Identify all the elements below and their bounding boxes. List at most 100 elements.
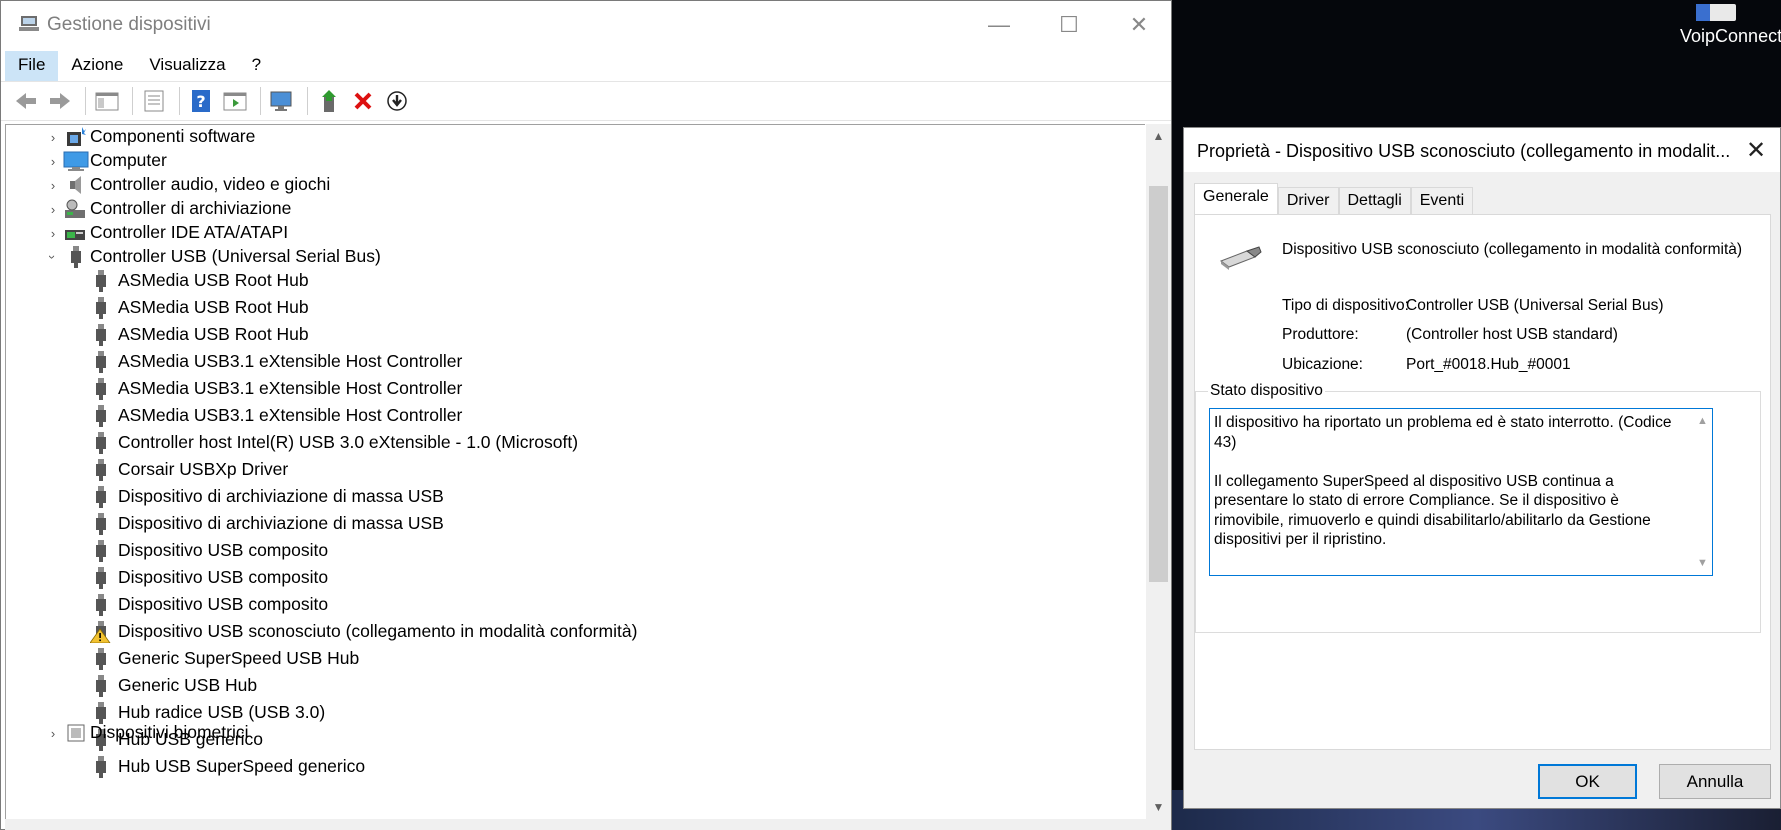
usb-warning-icon bbox=[90, 621, 111, 643]
update-driver-icon bbox=[322, 90, 336, 112]
expand-chevron-icon[interactable]: › bbox=[46, 726, 60, 741]
usb-device-row[interactable]: Dispositivo USB composito bbox=[6, 591, 1106, 618]
close-button[interactable]: ✕ bbox=[1104, 1, 1174, 49]
toolbar-separator bbox=[85, 87, 86, 115]
device-status-group: Stato dispositivo Il dispositivo ha ripo… bbox=[1195, 382, 1761, 633]
show-hide-console-tree-button[interactable] bbox=[92, 86, 122, 116]
usb-plug-icon bbox=[96, 675, 106, 697]
expand-chevron-icon[interactable]: › bbox=[46, 202, 60, 217]
dialog-title-bar[interactable]: Proprietà - Dispositivo USB sconosciuto … bbox=[1184, 128, 1780, 172]
tree-label: Componenti software bbox=[90, 126, 256, 146]
usb-plug-icon bbox=[96, 405, 106, 427]
scroll-thumb[interactable] bbox=[1149, 186, 1168, 582]
monitor-scan-icon bbox=[270, 91, 292, 111]
tab-eventi[interactable]: Eventi bbox=[1410, 187, 1474, 214]
usb-device-row[interactable]: ASMedia USB3.1 eXtensible Host Controlle… bbox=[6, 402, 1106, 429]
status-scroll-down-icon[interactable]: ▼ bbox=[1697, 557, 1708, 569]
tab-driver[interactable]: Driver bbox=[1277, 187, 1339, 214]
ok-button[interactable]: OK bbox=[1538, 764, 1637, 799]
general-tab-panel: Dispositivo USB sconosciuto (collegament… bbox=[1194, 214, 1771, 750]
title-bar[interactable]: Gestione dispositivi — ☐ ✕ bbox=[1, 1, 1171, 49]
download-circle-icon bbox=[387, 91, 407, 111]
status-scroll-up-icon[interactable]: ▲ bbox=[1697, 415, 1708, 427]
usb-plug-icon bbox=[96, 297, 106, 319]
disable-device-button[interactable] bbox=[382, 86, 412, 116]
tree-label: Dispositivo USB composito bbox=[118, 567, 329, 587]
tree-label: Dispositivo di archiviazione di massa US… bbox=[118, 513, 444, 533]
tab-dettagli[interactable]: Dettagli bbox=[1338, 187, 1411, 214]
update-driver-button[interactable] bbox=[314, 86, 344, 116]
tree-label: Controller USB (Universal Serial Bus) bbox=[90, 246, 381, 266]
usb-device-row[interactable]: Dispositivo USB composito bbox=[6, 564, 1106, 591]
usb-device-row[interactable]: Dispositivo di archiviazione di massa US… bbox=[6, 483, 1106, 510]
expand-chevron-icon[interactable]: › bbox=[46, 130, 60, 145]
menu-visualizza[interactable]: Visualizza bbox=[136, 51, 238, 81]
scroll-down-arrow-icon[interactable]: ▼ bbox=[1146, 795, 1171, 819]
properties-dialog: Proprietà - Dispositivo USB sconosciuto … bbox=[1183, 127, 1781, 809]
usb-device-row[interactable]: Hub USB SuperSpeed generico bbox=[6, 753, 1106, 780]
action-pane-button[interactable] bbox=[220, 86, 250, 116]
usb-plug-icon bbox=[96, 270, 106, 292]
usb-device-row[interactable]: Dispositivo USB sconosciuto (collegament… bbox=[6, 618, 1106, 645]
menu-help[interactable]: ? bbox=[239, 51, 274, 81]
tree-label: Dispositivo USB composito bbox=[118, 594, 329, 614]
tab-generale[interactable]: Generale bbox=[1194, 183, 1278, 214]
tree-node-audio-video[interactable]: › Controller audio, video e giochi bbox=[6, 171, 1106, 198]
maximize-button[interactable]: ☐ bbox=[1034, 1, 1104, 49]
usb-plug-icon bbox=[96, 351, 106, 373]
tree-label: Dispositivo di archiviazione di massa US… bbox=[118, 486, 444, 506]
usb-device-row[interactable]: ASMedia USB3.1 eXtensible Host Controlle… bbox=[6, 348, 1106, 375]
collapse-chevron-icon[interactable]: › bbox=[46, 250, 61, 264]
usb-device-row[interactable]: Corsair USBXp Driver bbox=[6, 456, 1106, 483]
usb-device-row[interactable]: Dispositivo USB composito bbox=[6, 537, 1106, 564]
storage-controller-icon bbox=[65, 199, 85, 218]
tree-label: Hub USB SuperSpeed generico bbox=[118, 756, 366, 776]
usb-device-row[interactable]: Generic SuperSpeed USB Hub bbox=[6, 645, 1106, 672]
tree-label: Controller IDE ATA/ATAPI bbox=[90, 222, 289, 242]
usb-plug-icon bbox=[96, 378, 106, 400]
voipconnect-shortcut-label[interactable]: VoipConnect bbox=[1680, 26, 1781, 47]
usb-plug-icon bbox=[71, 246, 81, 268]
usb-device-row[interactable]: ASMedia USB Root Hub bbox=[6, 321, 1106, 348]
menu-file[interactable]: File bbox=[5, 51, 59, 81]
tree-label: ASMedia USB3.1 eXtensible Host Controlle… bbox=[118, 405, 463, 425]
dialog-close-button[interactable]: ✕ bbox=[1732, 128, 1780, 172]
forward-button[interactable] bbox=[45, 86, 75, 116]
tree-node-storage-controllers[interactable]: › Controller di archiviazione bbox=[6, 195, 1106, 222]
cancel-button[interactable]: Annulla bbox=[1659, 764, 1771, 799]
back-button[interactable] bbox=[11, 86, 41, 116]
tree-label: Generic USB Hub bbox=[118, 675, 258, 695]
red-x-icon bbox=[354, 92, 372, 110]
uninstall-device-button[interactable] bbox=[348, 86, 378, 116]
device-manager-window: Gestione dispositivi — ☐ ✕ File Azione V… bbox=[0, 0, 1172, 830]
device-tree[interactable]: › Componenti software › Computer › Contr… bbox=[5, 124, 1145, 819]
vertical-scrollbar[interactable]: ▲ ▼ bbox=[1146, 124, 1171, 819]
scan-hardware-button[interactable] bbox=[267, 86, 297, 116]
expand-chevron-icon[interactable]: › bbox=[46, 154, 60, 169]
status-scrollbar[interactable]: ▲ ▼ bbox=[1694, 409, 1712, 575]
tree-node-computer[interactable]: › Computer bbox=[6, 147, 1106, 174]
usb-device-row[interactable]: ASMedia USB3.1 eXtensible Host Controlle… bbox=[6, 375, 1106, 402]
speaker-icon bbox=[70, 176, 81, 194]
scroll-up-arrow-icon[interactable]: ▲ bbox=[1146, 124, 1171, 148]
help-button[interactable]: ? bbox=[186, 86, 216, 116]
tab-strip: Generale Driver Dettagli Eventi bbox=[1194, 183, 1474, 214]
menu-azione[interactable]: Azione bbox=[58, 51, 136, 81]
tree-node-ide-controllers[interactable]: › Controller IDE ATA/ATAPI bbox=[6, 219, 1106, 246]
expand-chevron-icon[interactable]: › bbox=[46, 178, 60, 193]
usb-device-row[interactable]: Dispositivo di archiviazione di massa US… bbox=[6, 510, 1106, 537]
device-status-textbox[interactable]: Il dispositivo ha riportato un problema … bbox=[1209, 408, 1713, 576]
properties-button[interactable] bbox=[139, 86, 169, 116]
tree-label: Controller host Intel(R) USB 3.0 eXtensi… bbox=[118, 432, 579, 452]
usb-plug-icon bbox=[96, 513, 106, 535]
usb-device-row[interactable]: ASMedia USB Root Hub bbox=[6, 294, 1106, 321]
usb-plug-icon bbox=[96, 324, 106, 346]
usb-device-row[interactable]: Generic USB Hub bbox=[6, 672, 1106, 699]
tree-node-usb-controllers[interactable]: › Controller USB (Universal Serial Bus) bbox=[6, 243, 1106, 270]
usb-device-row[interactable]: Controller host Intel(R) USB 3.0 eXtensi… bbox=[6, 429, 1106, 456]
usb-device-row[interactable]: ASMedia USB Root Hub bbox=[6, 267, 1106, 294]
voipconnect-shortcut-icon[interactable] bbox=[1696, 4, 1736, 21]
minimize-button[interactable]: — bbox=[964, 1, 1034, 49]
expand-chevron-icon[interactable]: › bbox=[46, 226, 60, 241]
tree-node-biometric-devices[interactable]: › Dispositivi biometrici bbox=[6, 719, 1106, 746]
